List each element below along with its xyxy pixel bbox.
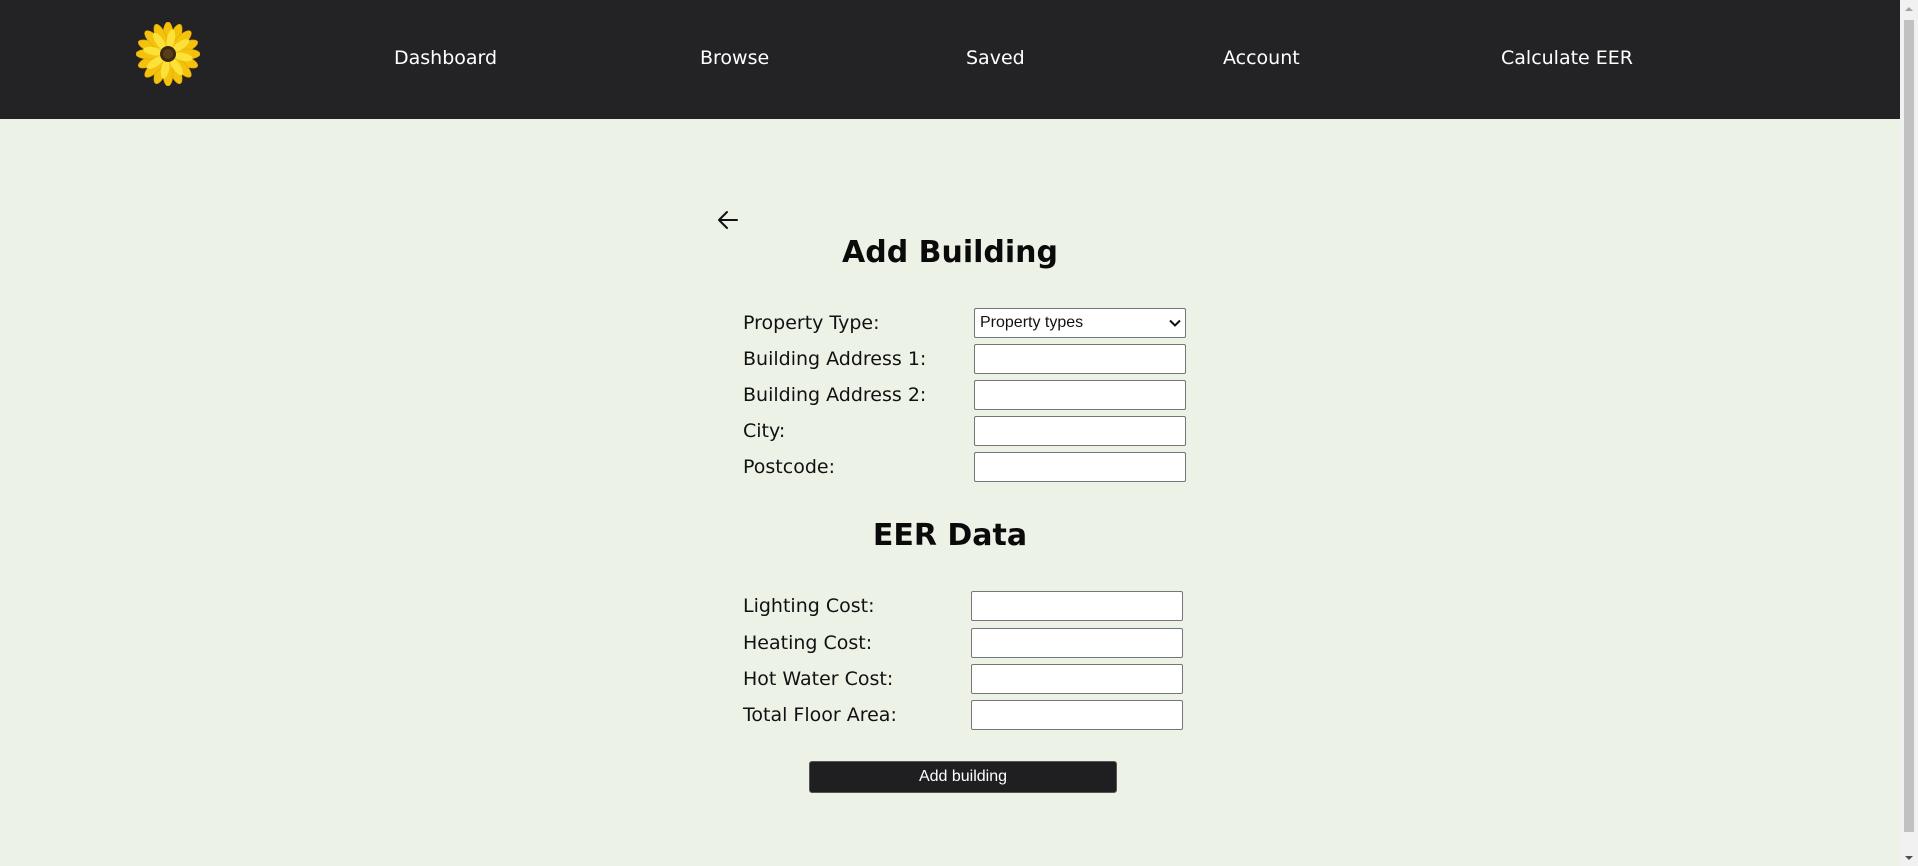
building-address-1-label: Building Address 1:	[743, 348, 927, 370]
heating-cost-input[interactable]	[971, 628, 1183, 658]
arrow-left-icon[interactable]	[715, 207, 741, 233]
hot-water-cost-label: Hot Water Cost:	[743, 668, 894, 690]
property-type-select[interactable]: Property types	[974, 308, 1186, 338]
total-floor-area-input[interactable]	[971, 700, 1183, 730]
nav-browse-link[interactable]: Browse	[700, 46, 769, 70]
lighting-cost-label: Lighting Cost:	[743, 595, 875, 617]
postcode-input[interactable]	[974, 452, 1186, 482]
scroll-down-arrow-icon[interactable]	[1900, 849, 1918, 866]
building-address-2-input[interactable]	[974, 380, 1186, 410]
city-label: City:	[743, 420, 786, 442]
add-building-button[interactable]: Add building	[809, 761, 1117, 793]
vertical-scrollbar[interactable]	[1900, 0, 1918, 866]
property-type-selected-value: Property types	[980, 314, 1084, 331]
chevron-down-icon	[1169, 319, 1181, 327]
building-address-2-label: Building Address 2:	[743, 384, 927, 406]
city-input[interactable]	[974, 416, 1186, 446]
nav-calculate-eer-link[interactable]: Calculate EER	[1501, 46, 1633, 70]
nav-saved-link[interactable]: Saved	[966, 46, 1025, 70]
building-address-1-input[interactable]	[974, 344, 1186, 374]
add-building-title: Add Building	[842, 235, 1058, 270]
page: Dashboard Browse Saved Account Calculate…	[0, 0, 1918, 866]
lighting-cost-input[interactable]	[971, 591, 1183, 621]
top-navigation-bar: Dashboard Browse Saved Account Calculate…	[0, 0, 1900, 119]
hot-water-cost-input[interactable]	[971, 664, 1183, 694]
total-floor-area-label: Total Floor Area:	[743, 704, 897, 726]
property-type-label: Property Type:	[743, 312, 880, 334]
scrollbar-thumb[interactable]	[1904, 20, 1914, 832]
heating-cost-label: Heating Cost:	[743, 632, 873, 654]
nav-account-link[interactable]: Account	[1223, 46, 1300, 70]
scroll-up-arrow-icon[interactable]	[1900, 0, 1918, 17]
eer-data-title: EER Data	[872, 518, 1028, 553]
nav-dashboard-link[interactable]: Dashboard	[394, 46, 497, 70]
postcode-label: Postcode:	[743, 456, 835, 478]
sunflower-logo-icon[interactable]	[135, 21, 201, 87]
